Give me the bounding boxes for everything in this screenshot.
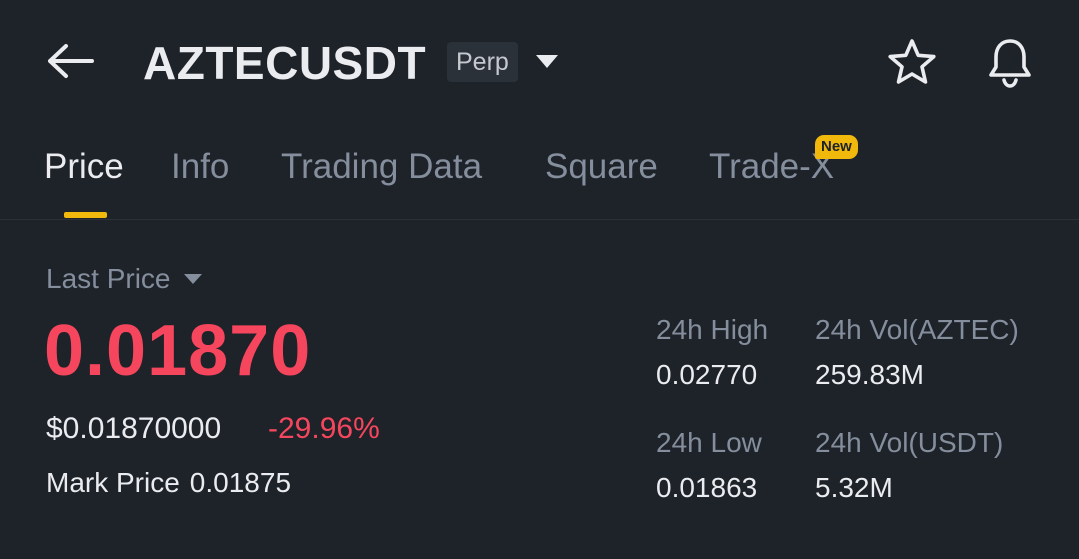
last-price-label: Last Price — [46, 263, 171, 294]
back-button[interactable] — [42, 38, 98, 88]
bell-icon — [986, 36, 1034, 93]
high-24h-label: 24h High — [656, 314, 769, 345]
new-badge: New — [815, 135, 858, 159]
price-alert-button[interactable] — [982, 36, 1038, 92]
last-price-value: 0.01870 — [44, 311, 312, 391]
mark-price-value: 0.01875 — [189, 467, 292, 498]
caret-down-icon — [535, 53, 559, 74]
contract-type-badge: Perp — [447, 42, 518, 82]
vol-quote-label: 24h Vol(USDT) — [815, 427, 1004, 458]
symbol-dropdown-button[interactable] — [532, 48, 562, 78]
tabs-divider — [0, 219, 1079, 220]
usd-price-value: $0.01870000 — [46, 412, 222, 445]
last-price-selector[interactable]: Last Price — [46, 262, 203, 296]
price-change-percent: -29.96% — [268, 412, 380, 445]
tab-trading-data[interactable]: Trading Data — [281, 145, 482, 189]
tab-price[interactable]: Price — [44, 145, 124, 189]
mark-price-label: Mark Price — [46, 467, 180, 498]
vol-quote-value: 5.32M — [815, 472, 893, 503]
high-24h-value: 0.02770 — [656, 359, 758, 390]
active-tab-indicator — [64, 212, 107, 218]
tab-info[interactable]: Info — [171, 145, 229, 189]
symbol-title[interactable]: AZTECUSDT — [143, 34, 426, 92]
tab-square[interactable]: Square — [545, 145, 658, 189]
mark-price: Mark Price 0.01875 — [46, 465, 291, 501]
vol-base-value: 259.83M — [815, 359, 924, 390]
caret-down-icon — [183, 273, 203, 285]
star-icon — [887, 38, 937, 91]
favorite-button[interactable] — [884, 36, 940, 92]
low-24h-label: 24h Low — [656, 427, 762, 458]
vol-base-label: 24h Vol(AZTEC) — [815, 314, 1019, 345]
low-24h-value: 0.01863 — [656, 472, 758, 503]
arrow-left-icon — [46, 43, 94, 84]
